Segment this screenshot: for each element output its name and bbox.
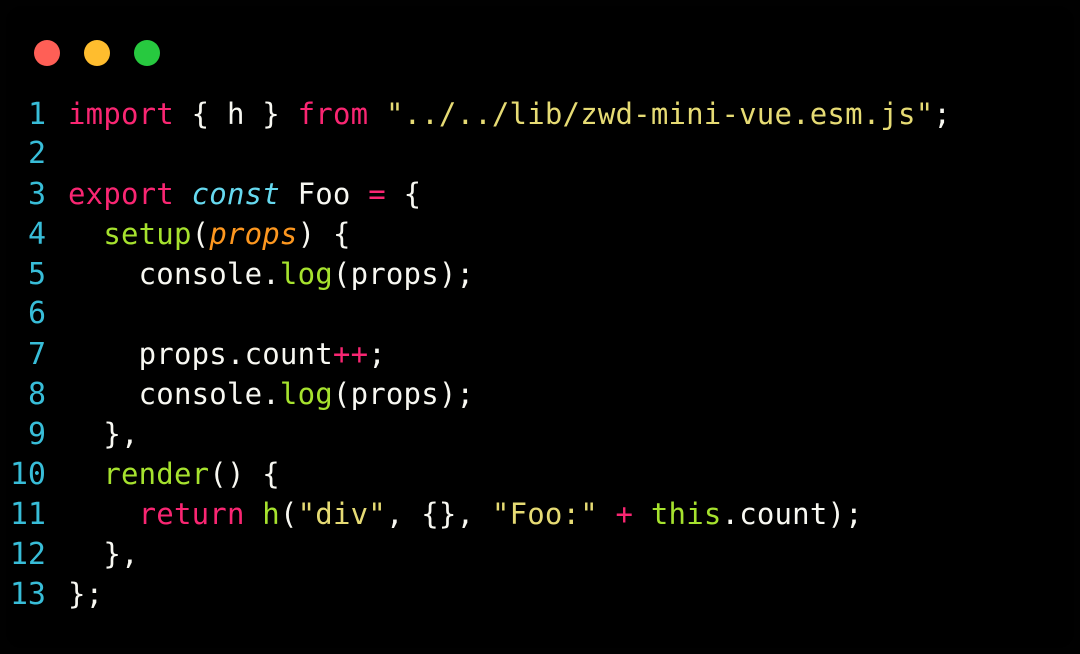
code-token: "Foo:" [491,497,598,531]
code-token: () { [209,457,280,491]
code-token: Foo [279,177,369,211]
code-line: 12 }, [6,534,1074,574]
code-token: "div" [297,497,386,531]
code-token: ) { [297,217,351,251]
code-token: ; [368,337,386,371]
code-token: { h } [191,97,280,131]
code-token: from [297,97,369,131]
code-token: ; [933,97,952,131]
code-token: props.count [68,337,333,371]
line-number: 12 [9,537,46,572]
line-number: 11 [9,497,46,532]
line-number: 10 [9,457,46,492]
code-token: h [262,497,280,531]
code-token: this [650,497,722,531]
code-line-content: setup(props) { [68,214,1074,254]
code-line-content: }, [68,534,1074,574]
code-line-content: return h("div", {}, "Foo:" + this.count)… [68,494,1074,534]
code-line: 6 [6,294,1074,334]
code-line-content: console.log(props); [68,254,1074,294]
code-token: const [191,177,280,211]
code-token: "../../lib/zwd-mini-vue.esm.js" [385,97,934,131]
code-line: 7 props.count++; [6,334,1074,374]
code-line: 9 }, [6,414,1074,454]
code-token: }; [68,577,104,611]
code-token: + [615,497,634,531]
line-number: 2 [27,136,46,171]
code-line: 10 render() { [6,454,1074,494]
minimize-dot[interactable] [84,40,110,66]
code-token: , {}, [385,497,492,531]
code-line: 5 console.log(props); [6,254,1074,294]
code-token: return [138,497,245,531]
code-token: render [103,457,210,491]
code-token: .count); [721,497,863,531]
code-line: 1 import { h } from "../../lib/zwd-mini-v… [6,94,1074,134]
line-number: 4 [27,217,46,252]
close-dot[interactable] [34,40,60,66]
code-token: console. [68,257,280,291]
code-line-content: props.count++; [68,334,1074,374]
code-token: = [368,177,386,211]
code-line-content: }; [68,574,1074,614]
code-token: log [279,377,333,411]
code-token: ++ [332,337,369,371]
code-token: console. [68,377,280,411]
line-number: 7 [27,337,46,372]
code-token: export [68,177,174,211]
line-number: 3 [27,177,46,212]
code-token: log [279,257,333,291]
code-snippet-card: 1 import { h } from "../../lib/zwd-mini-v… [6,6,1074,648]
code-line: 3 export const Foo = { [6,174,1074,214]
line-number: 8 [27,377,46,412]
code-line-content: console.log(props); [68,374,1074,414]
code-line-content: render() { [68,454,1074,494]
code-token: (props); [332,377,475,411]
code-token: import [68,97,174,131]
window-titlebar [34,40,160,66]
code-line-content: export const Foo = { [68,174,1074,214]
code-line: 8 console.log(props); [6,374,1074,414]
code-token: }, [68,537,139,571]
code-token: }, [68,417,139,451]
screenshot-stage: 1 import { h } from "../../lib/zwd-mini-v… [0,0,1080,654]
code-line: 13}; [6,574,1074,614]
line-number: 1 [27,97,46,132]
code-line: 4 setup(props) { [6,214,1074,254]
maximize-dot[interactable] [134,40,160,66]
code-token: { [385,177,422,211]
line-number: 5 [27,257,46,292]
code-editor-body[interactable]: 1 import { h } from "../../lib/zwd-mini-v… [6,94,1074,648]
line-number: 9 [27,417,46,452]
code-token: (props); [332,257,475,291]
code-token: ( [191,217,210,251]
line-number: 13 [9,577,46,612]
line-number: 6 [27,296,46,331]
code-line: 11 return h("div", {}, "Foo:" + this.cou… [6,494,1074,534]
code-line-content: }, [68,414,1074,454]
code-token: ( [279,497,298,531]
code-line: 2 [6,134,1074,174]
code-token: props [209,217,298,251]
code-line-content: import { h } from "../../lib/zwd-mini-vu… [68,94,1074,134]
code-token: setup [103,217,192,251]
